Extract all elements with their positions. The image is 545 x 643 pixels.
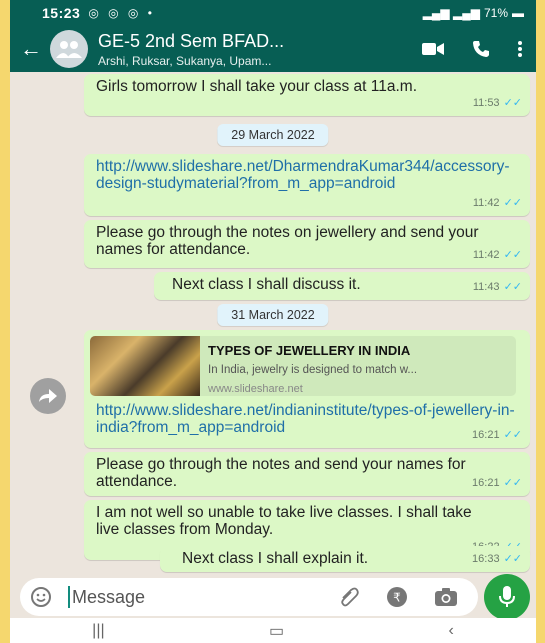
home-icon[interactable]: ▭ xyxy=(269,621,284,641)
message-time: 11:53 xyxy=(472,97,500,109)
message-bubble[interactable]: Please go through the notes on jewellery… xyxy=(84,220,530,268)
chat-header: ← GE-5 2nd Sem BFAD... Arshi, Ruksar, Su… xyxy=(10,26,536,72)
message-text: Next class I shall explain it. xyxy=(182,550,369,567)
read-tick-icon: ✓✓ xyxy=(503,249,522,261)
back-nav-icon[interactable]: ‹ xyxy=(448,622,453,640)
message-bubble[interactable]: Next class I shall explain it. 16:33 ✓✓ xyxy=(160,546,530,572)
message-bubble[interactable]: TYPES OF JEWELLERY IN INDIA In India, je… xyxy=(84,330,530,448)
link-preview-title: TYPES OF JEWELLERY IN INDIA xyxy=(208,343,411,358)
read-tick-icon: ✓✓ xyxy=(503,429,522,441)
date-divider: 29 March 2022 xyxy=(217,124,329,146)
message-link[interactable]: http://www.slideshare.net/DharmendraKuma… xyxy=(96,158,516,192)
payment-icon[interactable]: ₹ xyxy=(386,586,408,608)
android-nav-bar: ||| ▭ ‹ xyxy=(10,618,536,643)
message-bubble[interactable]: http://www.slideshare.net/DharmendraKuma… xyxy=(84,154,530,216)
group-members: Arshi, Ruksar, Sukanya, Upam... xyxy=(98,53,272,68)
notification-icons: ◎ ◎ ◎ • xyxy=(88,6,155,20)
message-text: Girls tomorrow I shall take your class a… xyxy=(96,78,418,95)
message-meta: 16:33 ✓✓ xyxy=(472,551,522,568)
mic-icon xyxy=(499,586,515,607)
read-tick-icon: ✓✓ xyxy=(503,97,522,109)
header-actions xyxy=(422,40,536,58)
message-meta: 11:42 ✓✓ xyxy=(473,195,522,212)
back-arrow-icon[interactable]: ← xyxy=(16,36,46,62)
link-preview-description: In India, jewelry is designed to match w… xyxy=(208,364,418,376)
battery-percent: 71% xyxy=(483,6,508,20)
read-tick-icon: ✓✓ xyxy=(503,553,522,565)
link-preview-text: TYPES OF JEWELLERY IN INDIA In India, je… xyxy=(200,336,516,396)
message-text: Please go through the notes on jewellery… xyxy=(96,224,483,258)
group-name: GE-5 2nd Sem BFAD... xyxy=(98,30,285,51)
text-cursor xyxy=(68,586,70,608)
link-preview-thumbnail xyxy=(90,336,200,396)
message-text: Please go through the notes and send you… xyxy=(96,456,470,490)
group-icon xyxy=(56,41,82,58)
message-meta: 11:53 ✓✓ xyxy=(473,95,522,112)
battery-icon: ▬ xyxy=(512,6,524,20)
message-time: 16:33 xyxy=(472,553,500,565)
read-tick-icon: ✓✓ xyxy=(503,197,522,209)
attach-icon[interactable] xyxy=(338,586,360,608)
date-divider: 31 March 2022 xyxy=(217,304,329,326)
emoji-icon[interactable] xyxy=(30,586,52,608)
message-composer[interactable]: Message ₹ xyxy=(20,578,478,616)
forward-button[interactable] xyxy=(30,378,66,414)
link-preview[interactable]: TYPES OF JEWELLERY IN INDIA In India, je… xyxy=(90,336,516,396)
link-preview-url: www.slideshare.net xyxy=(208,383,303,395)
message-text: I am not well so unable to take live cla… xyxy=(96,504,476,538)
message-bubble[interactable]: Please go through the notes and send you… xyxy=(84,452,530,496)
message-meta: 16:21 ✓✓ xyxy=(472,475,522,492)
message-text: Next class I shall discuss it. xyxy=(172,276,361,293)
group-avatar[interactable] xyxy=(50,30,88,68)
message-time: 11:42 xyxy=(472,197,500,209)
status-time: 15:23 xyxy=(42,5,81,21)
signal-icon: ▂▄▆ ▂▄▆ xyxy=(422,6,480,20)
message-bubble[interactable]: Girls tomorrow I shall take your class a… xyxy=(84,74,530,116)
read-tick-icon: ✓✓ xyxy=(503,477,522,489)
message-time: 11:43 xyxy=(472,281,500,293)
composer-icons: ₹ xyxy=(338,586,468,608)
svg-text:₹: ₹ xyxy=(393,591,401,605)
message-bubble[interactable]: Next class I shall discuss it. 11:43 ✓✓ xyxy=(154,272,530,300)
status-right: ▂▄▆ ▂▄▆ 71% ▬ xyxy=(423,6,524,20)
more-options-icon[interactable] xyxy=(518,41,522,57)
message-list[interactable]: Girls tomorrow I shall take your class a… xyxy=(10,72,536,572)
message-time: 11:42 xyxy=(472,249,500,261)
recent-apps-icon[interactable]: ||| xyxy=(92,622,104,640)
forward-icon xyxy=(39,389,57,403)
whatsapp-chat-screen: 15:23 ◎ ◎ ◎ • ▂▄▆ ▂▄▆ 71% ▬ ← GE-5 2nd S… xyxy=(10,0,536,643)
message-time: 16:21 xyxy=(472,429,500,441)
camera-icon[interactable] xyxy=(434,587,458,607)
voice-call-icon[interactable] xyxy=(472,40,490,58)
message-meta: 11:42 ✓✓ xyxy=(473,247,522,264)
message-meta: 11:43 ✓✓ xyxy=(473,279,522,296)
message-time: 16:21 xyxy=(472,477,500,489)
message-input[interactable]: Message xyxy=(72,587,145,608)
voice-record-button[interactable] xyxy=(484,574,530,620)
chat-title-block[interactable]: GE-5 2nd Sem BFAD... Arshi, Ruksar, Suka… xyxy=(98,31,348,68)
status-bar: 15:23 ◎ ◎ ◎ • ▂▄▆ ▂▄▆ 71% ▬ xyxy=(10,0,536,26)
read-tick-icon: ✓✓ xyxy=(503,281,522,293)
video-call-icon[interactable] xyxy=(422,42,444,56)
message-meta: 16:21 ✓✓ xyxy=(472,427,522,444)
message-link[interactable]: http://www.slideshare.net/indianinstitut… xyxy=(96,402,516,436)
